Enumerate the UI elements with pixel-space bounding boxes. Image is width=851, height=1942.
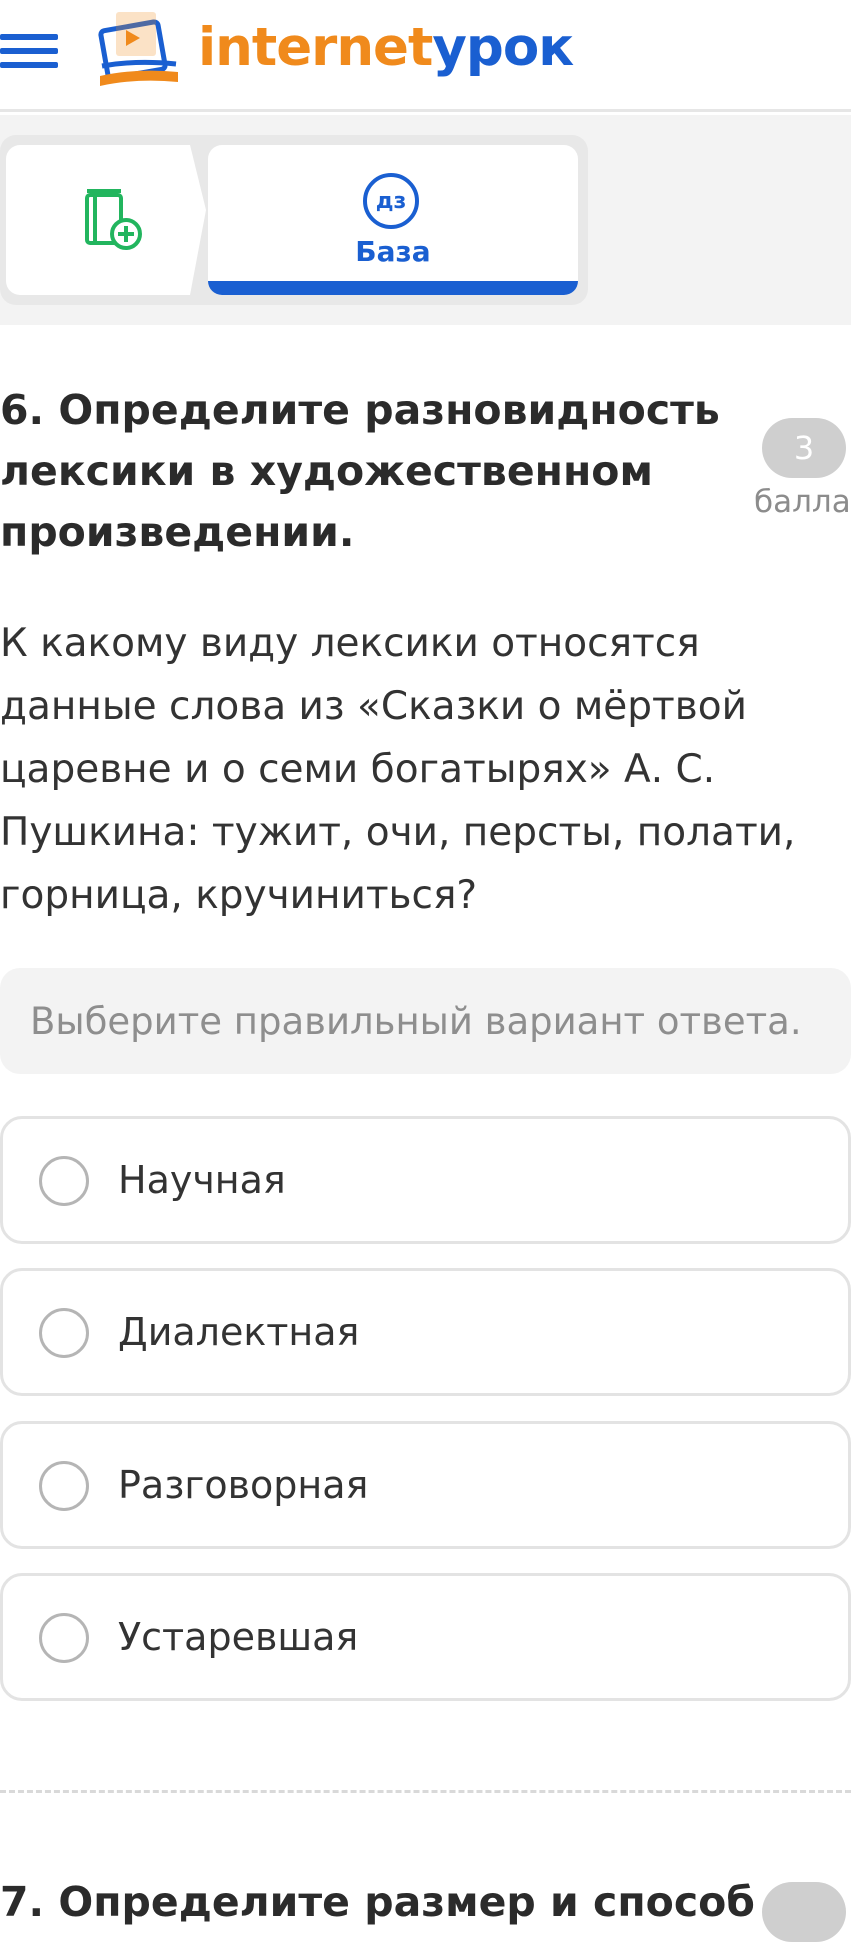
app-header: internetурок: [0, 0, 851, 112]
answer-option-2[interactable]: Диалектная: [0, 1268, 851, 1396]
next-question-title: 7. Определите размер и способ: [0, 1878, 755, 1926]
book-plus-icon: [85, 189, 142, 250]
radio-button[interactable]: [39, 1613, 89, 1663]
tab-baza[interactable]: дз База: [208, 145, 578, 295]
answer-option-4[interactable]: Устаревшая: [0, 1573, 851, 1701]
answer-option-label: Научная: [118, 1158, 286, 1202]
homework-badge: дз: [363, 173, 419, 229]
question-text: К какому виду лексики относятся данные с…: [0, 621, 796, 918]
tab-add-book[interactable]: [6, 145, 206, 295]
answer-option-label: Устаревшая: [118, 1615, 359, 1659]
answer-hint: Выберите правильный вариант ответа.: [0, 968, 851, 1074]
points-label: балла: [754, 484, 851, 520]
next-points-badge: [762, 1882, 846, 1942]
tabs-bar: дз База: [0, 115, 851, 325]
answer-option-label: Диалектная: [118, 1310, 360, 1354]
question-title: 6. Определите разновидность лексики в ху…: [0, 386, 720, 556]
tab-baza-label: База: [355, 235, 431, 268]
logo-text-internet: internet: [198, 17, 433, 78]
radio-button[interactable]: [39, 1308, 89, 1358]
logo-text-urok: урок: [432, 17, 574, 78]
logo-book-icon[interactable]: [96, 6, 182, 94]
active-tab-indicator: [208, 281, 578, 295]
answer-hint-text: Выберите правильный вариант ответа.: [30, 999, 802, 1043]
points-badge: 3: [762, 418, 846, 478]
answer-option-1[interactable]: Научная: [0, 1116, 851, 1244]
radio-button[interactable]: [39, 1156, 89, 1206]
question-divider: [0, 1790, 851, 1793]
answer-option-3[interactable]: Разговорная: [0, 1421, 851, 1549]
radio-button[interactable]: [39, 1461, 89, 1511]
answer-option-label: Разговорная: [118, 1463, 369, 1507]
logo-text[interactable]: internetурок: [198, 16, 574, 80]
menu-icon[interactable]: [0, 30, 58, 72]
